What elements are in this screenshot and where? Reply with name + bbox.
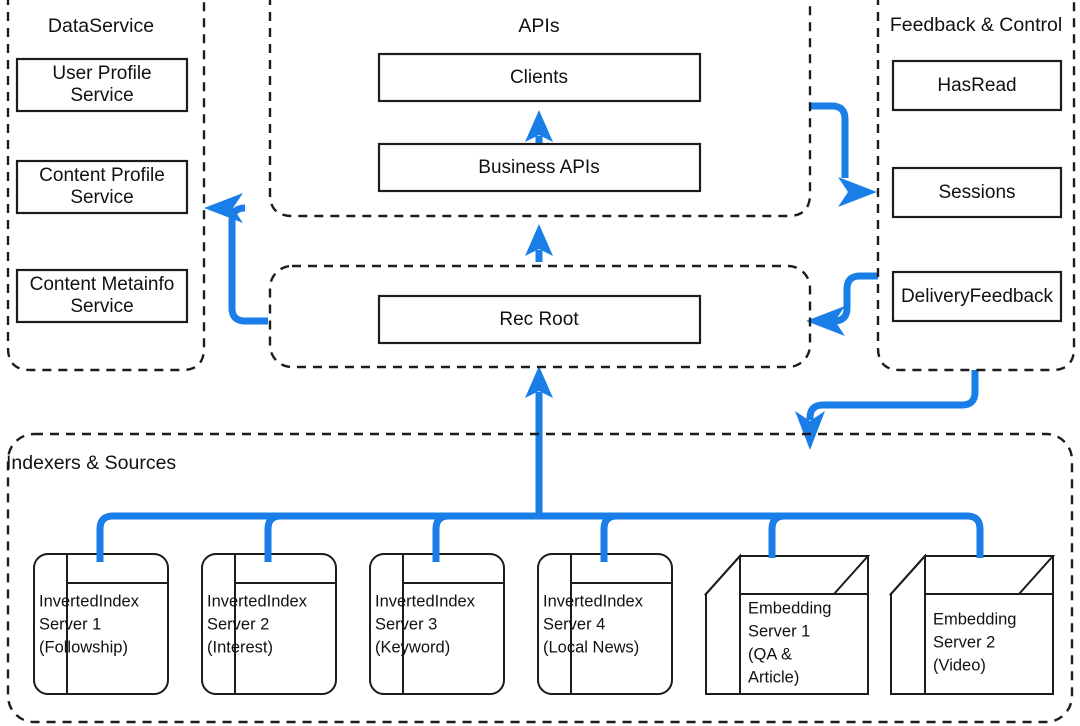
architecture-diagram: DataService User Profile Service Content… <box>0 0 1080 726</box>
connector-bus-drop-tips <box>96 545 984 562</box>
connector-overlay-layer <box>96 545 984 562</box>
